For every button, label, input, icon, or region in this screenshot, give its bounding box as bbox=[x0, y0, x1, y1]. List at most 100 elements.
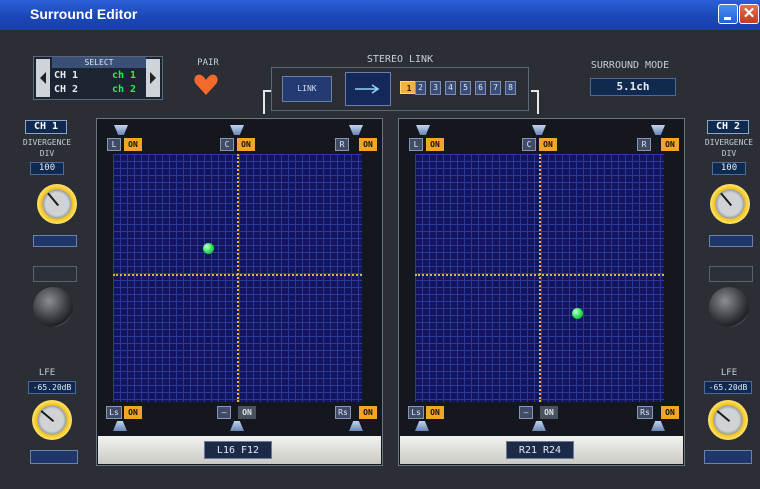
lfe-value[interactable]: -65.20dB bbox=[704, 381, 752, 394]
pan-center-vertical bbox=[539, 154, 541, 402]
right-dark-knob[interactable] bbox=[709, 287, 749, 327]
lfe-label: LFE bbox=[720, 368, 738, 378]
speaker-sub-label: — bbox=[217, 406, 231, 419]
divergence-slot[interactable] bbox=[33, 235, 77, 247]
link-number-3[interactable]: 3 bbox=[430, 81, 441, 95]
position-readout[interactable]: R21 R24 bbox=[506, 441, 574, 459]
link-number-7[interactable]: 7 bbox=[490, 81, 501, 95]
div-value[interactable]: 100 bbox=[30, 162, 64, 175]
divergence-slot[interactable] bbox=[709, 235, 753, 247]
speaker-c-label: C bbox=[220, 138, 234, 151]
stereo-link-label: STEREO LINK bbox=[366, 54, 434, 65]
link-number-8[interactable]: 8 bbox=[505, 81, 516, 95]
div-label: DIV bbox=[721, 149, 737, 158]
pan-position-dot[interactable] bbox=[571, 307, 583, 319]
arrow-right-icon bbox=[355, 84, 380, 94]
speaker-rs-icon bbox=[651, 421, 665, 431]
speaker-c-on-button[interactable]: ON bbox=[539, 138, 557, 151]
divergence-label: DIVERGENCE bbox=[704, 138, 754, 147]
link-number-2[interactable]: 2 bbox=[415, 81, 426, 95]
link-number-4[interactable]: 4 bbox=[445, 81, 456, 95]
next-channel-arrow-icon[interactable] bbox=[146, 59, 160, 97]
minimize-button[interactable] bbox=[718, 4, 738, 24]
select-row-ch: CH 1 bbox=[54, 70, 79, 81]
close-button[interactable]: ✕ bbox=[739, 4, 759, 24]
surround-editor-window: Surround Editor ✕ SELECT CH 1 ch 1 CH 2 … bbox=[0, 0, 760, 489]
window-title: Surround Editor bbox=[30, 6, 138, 22]
speaker-c-icon bbox=[532, 125, 546, 135]
speaker-ls-icon bbox=[415, 421, 429, 431]
link-direction-button[interactable] bbox=[345, 72, 391, 106]
select-row-name: ch 1 bbox=[112, 70, 137, 81]
position-plate: R21 R24 bbox=[400, 436, 683, 464]
pan-position-dot[interactable] bbox=[202, 243, 214, 255]
speaker-rs-label: Rs bbox=[637, 406, 653, 419]
speaker-c-icon bbox=[230, 125, 244, 135]
lfe-knob[interactable] bbox=[708, 400, 748, 440]
link-bracket-left bbox=[263, 90, 271, 114]
link-number-6[interactable]: 6 bbox=[475, 81, 486, 95]
pan-field[interactable] bbox=[113, 154, 362, 402]
prev-channel-arrow-icon[interactable] bbox=[36, 59, 50, 97]
link-number-5[interactable]: 5 bbox=[460, 81, 471, 95]
surround-mode-label: SURROUND MODE bbox=[590, 60, 670, 71]
speaker-r-icon bbox=[651, 125, 665, 135]
lfe-slot[interactable] bbox=[704, 450, 752, 464]
right-blank-slot bbox=[709, 266, 753, 282]
channel-select: SELECT CH 1 ch 1 CH 2 ch 2 bbox=[33, 56, 163, 100]
div-value[interactable]: 100 bbox=[712, 162, 746, 175]
speaker-r-label: R bbox=[335, 138, 349, 151]
speaker-rs-on-button[interactable]: ON bbox=[661, 406, 679, 419]
speaker-rs-icon bbox=[349, 421, 363, 431]
left-blank-slot bbox=[33, 266, 77, 282]
select-row-2[interactable]: CH 2 ch 2 bbox=[52, 83, 146, 97]
surround-panner-ch2: L ON C ON R ON Ls ON — ON Rs ON R21 R24 bbox=[398, 118, 685, 466]
position-readout[interactable]: L16 F12 bbox=[204, 441, 272, 459]
speaker-sub-label: — bbox=[519, 406, 533, 419]
speaker-l-icon bbox=[114, 125, 128, 135]
speaker-ls-label: Ls bbox=[408, 406, 424, 419]
surround-mode-value[interactable]: 5.1ch bbox=[590, 78, 676, 96]
link-button[interactable]: LINK bbox=[282, 76, 332, 102]
lfe-label: LFE bbox=[38, 368, 56, 378]
link-bracket-right bbox=[531, 90, 539, 114]
pan-field[interactable] bbox=[415, 154, 664, 402]
speaker-c-label: C bbox=[522, 138, 536, 151]
speaker-rs-on-button[interactable]: ON bbox=[359, 406, 377, 419]
divergence-knob[interactable] bbox=[37, 184, 77, 224]
divergence-label: DIVERGENCE bbox=[22, 138, 72, 147]
speaker-ls-on-button[interactable]: ON bbox=[124, 406, 142, 419]
speaker-l-label: L bbox=[107, 138, 121, 151]
right-channel-label: CH 2 bbox=[707, 120, 749, 134]
speaker-sub-on-button[interactable]: ON bbox=[238, 406, 256, 419]
speaker-r-on-button[interactable]: ON bbox=[661, 138, 679, 151]
speaker-l-on-button[interactable]: ON bbox=[124, 138, 142, 151]
select-label: SELECT bbox=[52, 57, 146, 68]
left-dark-knob[interactable] bbox=[33, 287, 73, 327]
speaker-l-on-button[interactable]: ON bbox=[426, 138, 444, 151]
speaker-r-icon bbox=[349, 125, 363, 135]
speaker-r-label: R bbox=[637, 138, 651, 151]
title-bar[interactable]: Surround Editor ✕ bbox=[0, 0, 760, 30]
speaker-ls-icon bbox=[113, 421, 127, 431]
speaker-sub-on-button[interactable]: ON bbox=[540, 406, 558, 419]
speaker-l-label: L bbox=[409, 138, 423, 151]
speaker-sub-icon bbox=[230, 421, 244, 431]
speaker-ls-on-button[interactable]: ON bbox=[426, 406, 444, 419]
lfe-knob[interactable] bbox=[32, 400, 72, 440]
lfe-value[interactable]: -65.20dB bbox=[28, 381, 76, 394]
lfe-slot[interactable] bbox=[30, 450, 78, 464]
surround-panner-ch1: L ON C ON R ON Ls ON — ON Rs ON L16 F12 bbox=[96, 118, 383, 466]
select-row-ch: CH 2 bbox=[54, 84, 79, 95]
speaker-r-on-button[interactable]: ON bbox=[359, 138, 377, 151]
pan-center-horizontal bbox=[415, 274, 664, 276]
pair-label: PAIR bbox=[197, 58, 219, 68]
left-channel-label: CH 1 bbox=[25, 120, 67, 134]
pair-heart-icon[interactable] bbox=[193, 72, 219, 98]
speaker-ls-label: Ls bbox=[106, 406, 122, 419]
select-row-1[interactable]: CH 1 ch 1 bbox=[52, 69, 146, 83]
speaker-rs-label: Rs bbox=[335, 406, 351, 419]
divergence-knob[interactable] bbox=[710, 184, 750, 224]
speaker-c-on-button[interactable]: ON bbox=[237, 138, 255, 151]
select-row-name: ch 2 bbox=[112, 84, 137, 95]
